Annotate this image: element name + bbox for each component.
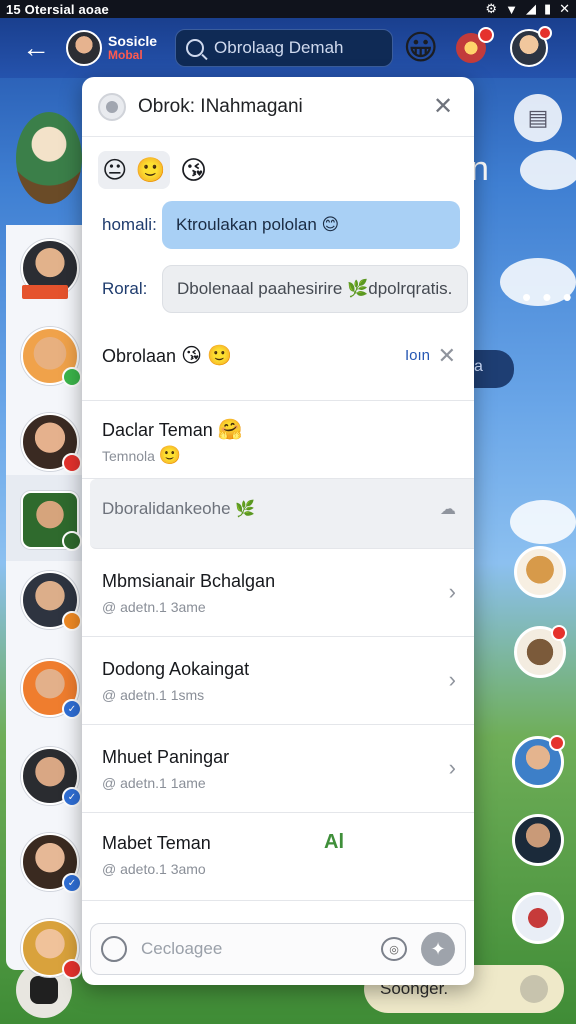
emoji-smile[interactable]: 🙂 <box>136 156 166 185</box>
item-subtitle: @ adetn.1 1sms <box>102 687 205 703</box>
list-item[interactable]: Mabet Teman @ adeto.1 3amo Al <box>82 813 474 901</box>
notification-dot <box>538 26 553 40</box>
cloud-decoration <box>510 500 576 544</box>
gear-icon: ⚙ <box>485 1 498 16</box>
background-pill: a <box>470 350 514 388</box>
field-homali: homali: Ktroulakan pololan 😊 <box>102 201 460 249</box>
signal-icon: ◢ <box>525 1 536 16</box>
search-icon <box>186 39 205 57</box>
profile-avatar[interactable] <box>510 26 553 67</box>
item-title: Dboralidankeohe 🌿 <box>102 499 256 518</box>
cloud-icon[interactable]: ☁ <box>440 499 456 519</box>
status-badge <box>62 531 82 551</box>
conversation-list-panel: ✓ ✓ ✓ <box>6 225 96 979</box>
emoji-kiss[interactable]: 😘 <box>180 155 207 186</box>
emoji-neutral[interactable]: 😐 <box>102 156 127 185</box>
item-subtitle: @ adeto.1 3amo <box>102 861 206 877</box>
verified-badge: ✓ <box>62 699 82 719</box>
chevron-right-icon[interactable]: › <box>449 755 456 781</box>
online-badge <box>62 367 82 387</box>
close-icon[interactable]: ✕ <box>428 92 458 121</box>
back-arrow-icon[interactable]: ← <box>16 28 56 68</box>
emoji-bar: 😐 🙂 😘 <box>98 151 207 189</box>
item-title: Obrolaan 😘 🙂 <box>102 345 232 367</box>
item-title: Dodong Aokaingat <box>102 659 250 679</box>
join-action[interactable]: Ioın <box>405 347 430 364</box>
user-avatar[interactable] <box>66 30 102 66</box>
notification-dot <box>478 27 495 43</box>
item-title: Mhuet Paningar <box>102 747 230 767</box>
verified-badge: ✓ <box>62 873 82 893</box>
emoji-icon[interactable] <box>101 936 127 962</box>
status-badge <box>62 611 82 631</box>
emoji-selected-group[interactable]: 😐 🙂 <box>98 151 170 189</box>
list-item[interactable]: Mhuet Paningar @ adetn.1 1ame › <box>82 725 474 813</box>
field-label: Roral: <box>102 279 148 298</box>
popup-header: Obrok: INahmagani ✕ <box>82 77 474 137</box>
field-value-highlight[interactable]: Ktroulakan pololan 😊 <box>162 201 460 249</box>
field-roral: Roral: Dbolenaal paahesirire 🌿dpolrqrati… <box>102 265 468 313</box>
list-item[interactable]: Dodong Aokaingat @ adetn.1 1sms › <box>82 637 474 725</box>
item-subtitle: @ adetn.1 3ame <box>102 599 206 615</box>
side-avatar[interactable] <box>512 735 565 788</box>
notification-dot <box>549 735 565 751</box>
search-input[interactable]: Obrolaag Demah <box>175 29 394 67</box>
send-button[interactable]: ✦ <box>421 932 455 966</box>
user-status: Mobal <box>108 48 143 63</box>
item-subtitle: Temnola 🙂 <box>102 445 182 465</box>
notification-dot <box>551 625 567 641</box>
chevron-right-icon[interactable]: › <box>449 579 456 605</box>
chat-popup: Obrok: INahmagani ✕ 😐 🙂 😘 homali: Ktroul… <box>82 77 474 985</box>
list-item[interactable]: Daclar Teman 🤗 Temnola 🙂 <box>82 401 474 479</box>
verified-badge: ✓ <box>62 787 82 807</box>
search-text: Obrolaag Demah <box>214 38 344 57</box>
side-avatar[interactable] <box>512 814 564 866</box>
battery-icon: ▮ <box>543 1 552 16</box>
cloud-decoration <box>520 150 576 190</box>
game-icon[interactable] <box>456 27 495 63</box>
field-value[interactable]: Dbolenaal paahesirire 🌿dpolrqratis. <box>162 265 468 313</box>
emoji-button[interactable]: 😀 <box>403 31 438 65</box>
status-badge <box>22 285 68 299</box>
mascot-image <box>16 112 82 204</box>
close-icon[interactable]: ✕ <box>438 343 456 369</box>
cloud-decoration <box>500 258 576 306</box>
item-title: Mbmsianair Bchalgan <box>102 571 276 591</box>
status-text: 15 Otersial aoae <box>6 1 109 17</box>
attach-icon[interactable]: ◎ <box>381 937 407 961</box>
item-tag: Al <box>324 831 344 853</box>
wifi-icon: ▼ <box>505 1 518 17</box>
notification-badge <box>62 453 82 473</box>
field-label: homali: <box>102 215 157 234</box>
user-name: Sosicle <box>108 33 158 50</box>
item-subtitle: @ adetn.1 1ame <box>102 775 206 791</box>
close-icon[interactable]: ✕ <box>559 1 570 17</box>
item-title: Daclar Teman 🤗 <box>102 419 243 441</box>
list-item[interactable]: Obrolaan 😘 🙂 Ioın ✕ <box>82 325 474 401</box>
status-bar: 15 Otersial aoae ⚙ ▼ ◢ ▮ ✕ <box>0 0 576 18</box>
item-title: Mabet Teman <box>102 833 211 853</box>
popup-title: Obrok: INahmagani <box>138 95 303 117</box>
list-item[interactable]: Dboralidankeohe 🌿 ☁ <box>90 479 474 549</box>
side-avatar[interactable] <box>512 892 564 944</box>
bookmark-icon[interactable]: ▤ <box>514 94 562 142</box>
top-app-bar: ← Sosicle Mobal Obrolaag Demah 😀 <box>0 18 576 78</box>
mic-icon[interactable] <box>520 975 548 1003</box>
message-input[interactable]: Cecloagee ◎ ✦ <box>90 923 466 975</box>
list-item[interactable]: Mbmsianair Bchalgan @ adetn.1 3ame › <box>82 549 474 637</box>
chevron-right-icon[interactable]: › <box>449 667 456 693</box>
side-avatar[interactable] <box>514 625 567 678</box>
user-icon <box>98 92 126 121</box>
notification-badge <box>62 959 82 979</box>
message-placeholder: Cecloagee <box>141 939 223 958</box>
side-avatar[interactable] <box>514 546 566 598</box>
